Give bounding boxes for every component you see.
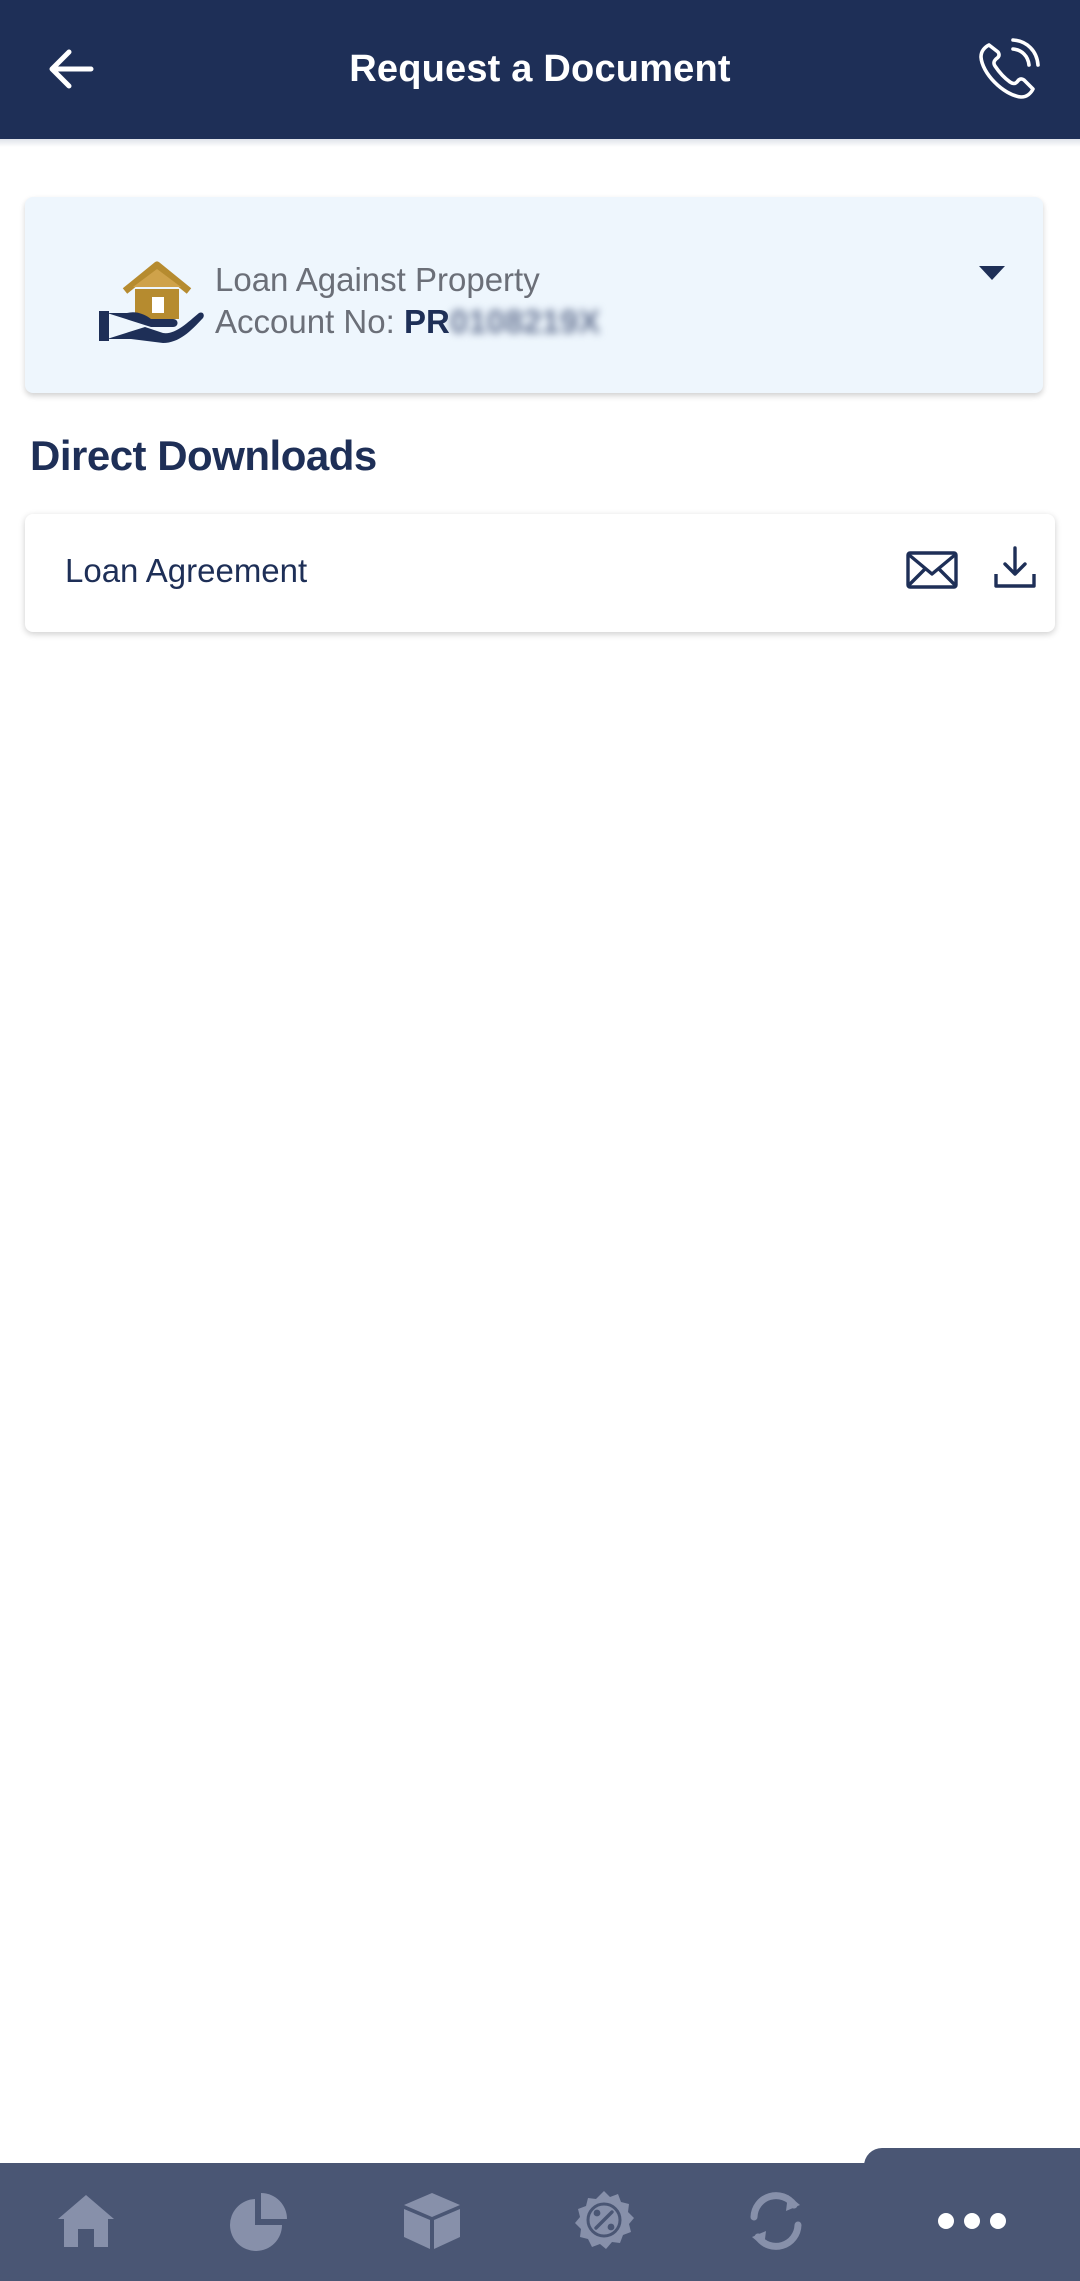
home-icon (58, 2195, 114, 2247)
account-number-label: Account No: (215, 303, 395, 340)
refresh-icon (750, 2192, 802, 2250)
nav-portfolio[interactable] (224, 2187, 292, 2255)
document-name: Loan Agreement (65, 552, 308, 589)
more-dots-icon (938, 2213, 1006, 2229)
account-number-masked: 0108219X (449, 303, 601, 340)
pie-chart-icon (230, 2193, 287, 2251)
account-number-prefix: PR (403, 303, 450, 340)
caret-down-icon[interactable] (977, 263, 1007, 283)
nav-more[interactable] (936, 2195, 1008, 2247)
mail-icon[interactable] (905, 550, 959, 590)
document-row: Loan Agreement (25, 514, 1055, 632)
header-shadow (0, 139, 1080, 147)
top-app-bar: Request a Document (0, 0, 1080, 139)
nav-home[interactable] (52, 2187, 120, 2255)
account-type: Loan Against Property (215, 261, 540, 298)
nav-renew[interactable] (742, 2187, 810, 2255)
account-number-row: Account No: PR0108219X (215, 301, 600, 343)
account-selector[interactable]: Loan Against Property Account No: PR0108… (25, 197, 1043, 393)
home-hand-icon (99, 261, 204, 343)
section-title: Direct Downloads (30, 432, 377, 479)
nav-offers[interactable] (570, 2187, 638, 2255)
account-details: Loan Against Property Account No: PR0108… (215, 259, 600, 343)
back-button[interactable] (40, 38, 102, 100)
arrow-left-icon (49, 49, 94, 89)
discount-badge-icon (575, 2191, 634, 2249)
download-icon[interactable] (991, 544, 1039, 592)
page-title: Request a Document (349, 48, 731, 90)
nav-products[interactable] (398, 2187, 466, 2255)
account-number: PR0108219X (404, 303, 600, 340)
phone-icon (979, 38, 1040, 99)
call-button[interactable] (972, 34, 1044, 106)
app-screen: Request a Document Loan Against Property (0, 0, 1080, 2281)
box-icon (404, 2193, 460, 2249)
